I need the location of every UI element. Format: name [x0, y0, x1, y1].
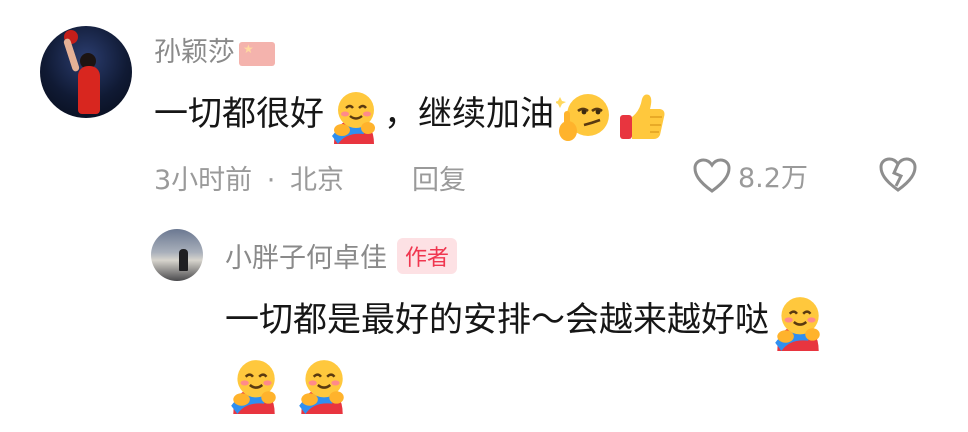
- broken-heart-icon: [878, 156, 918, 194]
- comment-username[interactable]: 孙颖莎: [154, 37, 235, 68]
- reply-username[interactable]: 小胖子何卓佳: [225, 236, 387, 275]
- silhouette-shape: [179, 249, 188, 271]
- comment-text: 一切都很好 ，继续加油: [154, 86, 668, 145]
- dislike-button[interactable]: [878, 156, 918, 194]
- smirk-emoji-icon: [556, 87, 614, 145]
- reply-text-line1: 一切都是最好的安排～会越来越好哒: [225, 292, 827, 351]
- reply-username-row[interactable]: 小胖子何卓佳 作者: [225, 236, 458, 275]
- comment-username-row[interactable]: 孙颖莎 ★: [154, 30, 275, 69]
- hug-emoji-icon: [225, 356, 283, 414]
- comment-text-part1: 一切都很好: [154, 94, 324, 134]
- raised-arm-shape: [62, 37, 81, 73]
- reply-text: 一切都是最好的安排～会越来越好哒: [225, 300, 769, 340]
- heart-outline-icon: [692, 157, 732, 195]
- user-avatar[interactable]: [40, 26, 132, 118]
- hug-emoji-icon: [293, 356, 351, 414]
- reply-user-avatar[interactable]: [151, 229, 203, 281]
- like-button[interactable]: 8.2万: [692, 156, 808, 195]
- comment-text-part2: ，继续加油: [384, 94, 554, 134]
- thumbs-up-icon: [614, 89, 668, 143]
- reply-text-line2: [225, 356, 351, 414]
- hug-emoji-icon: [326, 88, 382, 144]
- like-count: 8.2万: [738, 163, 808, 194]
- comment-time: 3小时前: [154, 165, 253, 196]
- comment-meta: 3小时前 · 北京: [154, 158, 344, 197]
- player-body-shape: [78, 66, 100, 114]
- reply-button[interactable]: 回复: [412, 158, 466, 197]
- author-tag: 作者: [397, 237, 458, 274]
- meta-separator: ·: [266, 165, 276, 196]
- comment-location: 北京: [289, 165, 344, 196]
- hug-emoji-icon: [769, 293, 827, 351]
- china-flag-icon: ★: [239, 41, 275, 66]
